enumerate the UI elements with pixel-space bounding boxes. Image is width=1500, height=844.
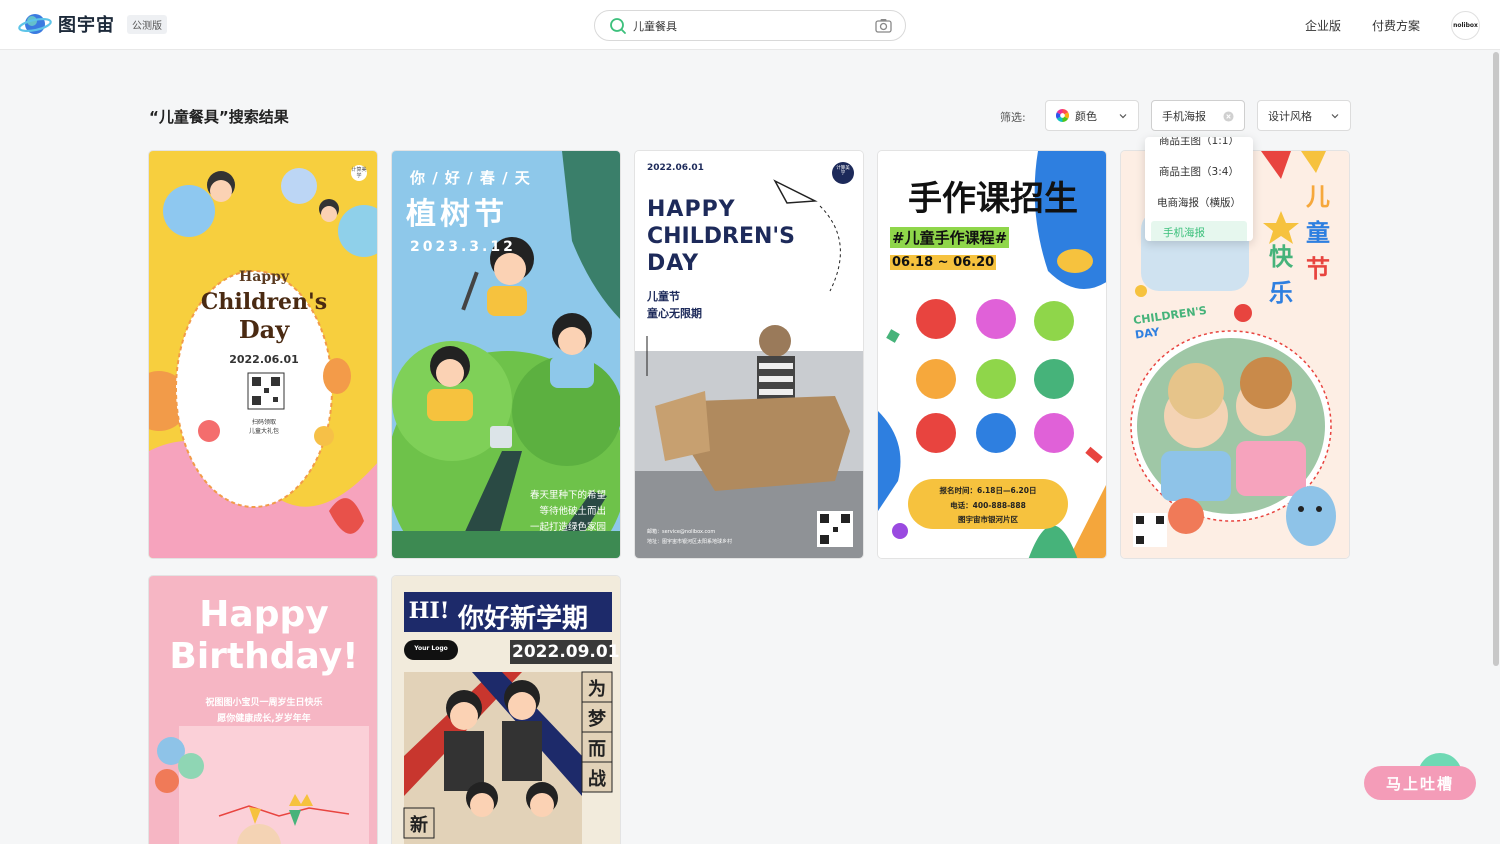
- dropdown-item-ecommerce-landscape[interactable]: 电商海报（横版）: [1145, 191, 1253, 215]
- color-wheel-icon: [1056, 109, 1069, 122]
- card-badge: 计算美学: [351, 167, 367, 179]
- card-email: 邮箱：service@nolibox.com: [647, 529, 716, 535]
- card-date: 2023.3.12: [410, 239, 516, 255]
- chevron-down-icon: [1119, 114, 1127, 119]
- card-title-line2: CHILDREN'S: [647, 224, 795, 249]
- card-scan-text2: 儿童大礼包: [248, 428, 279, 435]
- card-title-char5: 节: [1306, 255, 1330, 283]
- search-icon[interactable]: [609, 17, 627, 35]
- type-filter-label: 手机海报: [1162, 109, 1206, 123]
- card-badge: 计算美学: [836, 166, 850, 176]
- card-title: 你好新学期: [458, 604, 589, 634]
- scrollbar[interactable]: [1493, 52, 1499, 666]
- card-dates: 06.18 ~ 06.20: [890, 255, 997, 270]
- card-title-line1: HAPPY: [647, 197, 736, 222]
- clear-icon[interactable]: [1223, 111, 1234, 122]
- card-title-line1: Happy: [238, 269, 289, 285]
- card-title-line2: Birthday!: [169, 636, 359, 677]
- card-logo-placeholder: Your Logo: [414, 645, 448, 652]
- nav-pricing[interactable]: 付费方案: [1372, 17, 1420, 34]
- card-info1: 报名时间：6.18日—6.20日: [939, 486, 1037, 495]
- template-card-happy-birthday[interactable]: Happy Birthday! 祝图图小宝贝一周岁生日快乐 愿你健康成长,岁岁年…: [148, 575, 378, 844]
- template-card-childrens-day-photo[interactable]: 2022.06.01 计算美学 HAPPY CHILDREN'S DAY 儿童节…: [634, 150, 864, 559]
- card-date: 2022.09.01: [512, 642, 620, 662]
- style-filter-label: 设计风格: [1268, 109, 1312, 123]
- card-title-line3: DAY: [647, 251, 700, 276]
- search-input[interactable]: [633, 16, 863, 36]
- card-side-char3: 而: [588, 739, 606, 760]
- card-slogan2: 等待他破土而出: [539, 506, 606, 517]
- card-title: 植树节: [406, 197, 508, 232]
- card-title-char2: 童: [1306, 219, 1330, 247]
- card-title-line3: Day: [238, 315, 290, 344]
- poster-type-dropdown: 商品主图（1:1） 商品主图（3:4） 电商海报（横版） 手机海报: [1145, 137, 1253, 241]
- card-scan-text1: 扫码领取: [251, 419, 276, 426]
- card-info3: 图宇宙市银河片区: [958, 515, 1018, 524]
- chevron-down-icon: [1331, 114, 1339, 119]
- card-info2: 电话：400-888-888: [950, 501, 1026, 510]
- card-title-char3: 快: [1269, 243, 1293, 271]
- color-filter-label: 颜色: [1075, 109, 1097, 123]
- logo-text: 图宇宙: [58, 15, 115, 36]
- template-card-craft-class[interactable]: 手作课招生 #儿童手作课程# 06.18 ~ 06.20 报名时间：6.18日—…: [877, 150, 1107, 559]
- card-hashtag: #儿童手作课程#: [890, 227, 1010, 248]
- logo[interactable]: 图宇宙 公测版: [18, 11, 167, 37]
- card-title-line1: Happy: [199, 594, 329, 635]
- template-card-arbor-day[interactable]: 你 / 好 / 春 / 天 植树节 2023.3.12 春天里种下的希望 等待他…: [391, 150, 621, 559]
- card-bottom-char: 新: [410, 815, 428, 836]
- camera-icon[interactable]: [875, 18, 892, 33]
- dropdown-item-main-3-4[interactable]: 商品主图（3:4）: [1145, 160, 1253, 184]
- card-slogan1: 春天里种下的希望: [529, 490, 606, 501]
- results-title: “儿童餐具”搜索结果: [149, 108, 289, 126]
- dropdown-item-mobile-poster[interactable]: 手机海报: [1151, 221, 1247, 241]
- card-hi: HI!: [408, 598, 450, 624]
- card-date: 2022.06.01: [647, 163, 704, 173]
- card-top-text: 你 / 好 / 春 / 天: [410, 169, 531, 187]
- top-header: 图宇宙 公测版 企业版 付费方案 nolibox: [0, 0, 1500, 50]
- type-filter[interactable]: 手机海报: [1151, 100, 1245, 131]
- card-side-char1: 为: [588, 679, 606, 700]
- nav-enterprise[interactable]: 企业版: [1305, 17, 1341, 34]
- style-filter[interactable]: 设计风格: [1257, 100, 1351, 131]
- card-slogan3: 一起打造绿色家园: [529, 522, 606, 533]
- card-address: 地址：图宇宙市银河区太阳系地球乡村: [647, 539, 733, 545]
- card-title-line2: Children's: [200, 289, 328, 315]
- card-title: 手作课招生: [908, 179, 1078, 219]
- template-card-new-semester[interactable]: HI! 你好新学期 Your Logo 2022.09.01 为 梦 而 战 新: [391, 575, 621, 844]
- card-side-char4: 战: [588, 769, 606, 790]
- filter-label: 筛选:: [1000, 111, 1026, 124]
- card-wish1: 祝图图小宝贝一周岁生日快乐: [205, 698, 323, 708]
- planet-logo-icon: [18, 14, 52, 34]
- card-subtitle1: 儿童节: [647, 290, 680, 303]
- card-wish2: 愿你健康成长,岁岁年年: [217, 714, 311, 724]
- avatar[interactable]: nolibox: [1451, 11, 1480, 40]
- card-title-char1: 儿: [1306, 183, 1330, 211]
- card-title-char4: 乐: [1269, 279, 1293, 307]
- search-bar: [594, 10, 906, 41]
- template-card-childrens-day-yellow[interactable]: Happy Children's Day 2022.06.01 扫码领取 儿童大…: [148, 150, 378, 559]
- feedback-button[interactable]: 马上吐槽: [1364, 766, 1476, 800]
- card-date: 2022.06.01: [229, 353, 299, 366]
- color-filter[interactable]: 颜色: [1045, 100, 1139, 131]
- card-side-char2: 梦: [588, 709, 606, 730]
- dropdown-item-main-1-1[interactable]: 商品主图（1:1）: [1145, 137, 1253, 153]
- beta-badge: 公测版: [127, 14, 167, 34]
- card-subtitle2: 童心无限期: [647, 307, 702, 320]
